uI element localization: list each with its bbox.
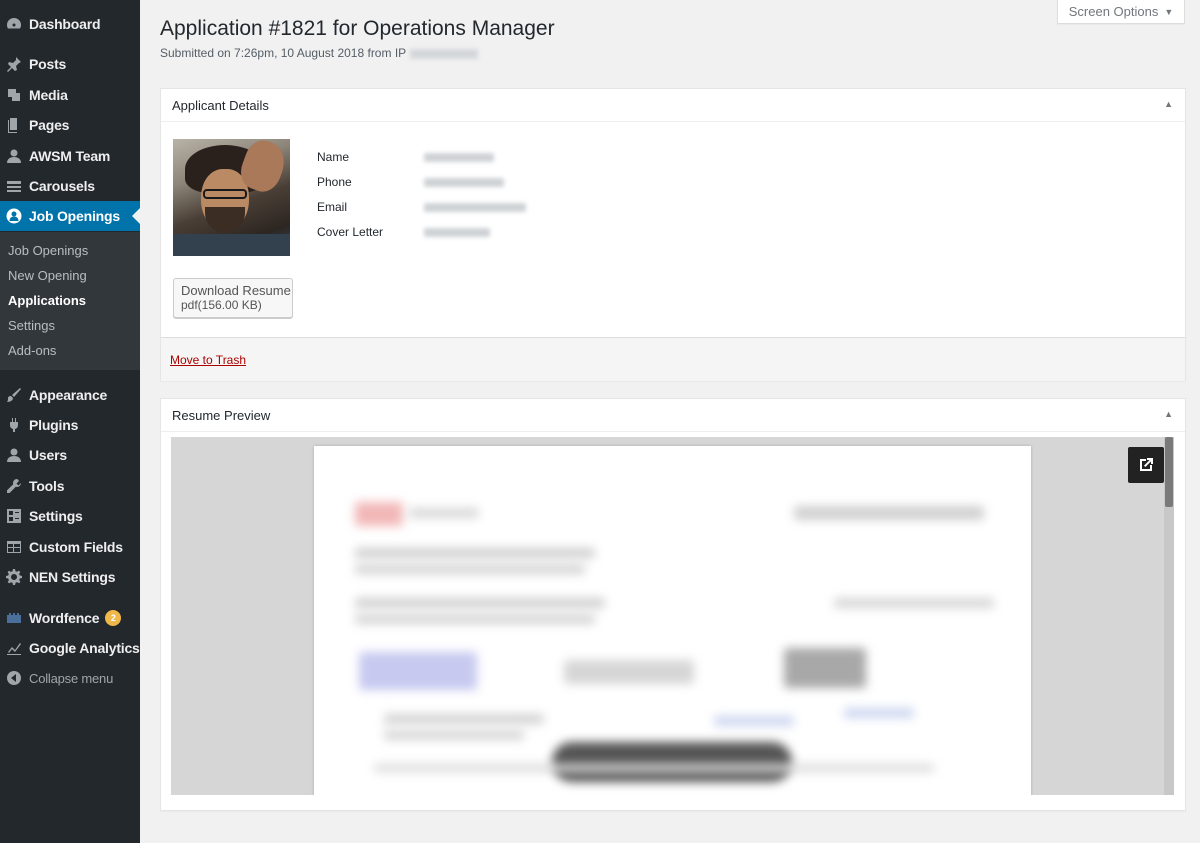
submenu-job-openings[interactable]: Job Openings [8,243,88,258]
menu-label: Settings [29,508,83,524]
redacted-email [424,203,526,212]
brush-icon [5,386,23,404]
menu-carousels[interactable]: Carousels [0,171,140,201]
field-label-name: Name [317,150,350,164]
menu-label: Appearance [29,387,108,403]
submenu-applications[interactable]: Applications [8,293,86,308]
box-title: Applicant Details [172,97,269,113]
move-to-trash-link[interactable]: Move to Trash [170,353,246,367]
blurred-overlay [552,742,792,782]
menu-label: Media [29,87,68,103]
wordfence-icon [5,609,23,627]
admin-sidebar: Dashboard Posts Media Pages AWSM Team Ca… [0,0,140,843]
menu-label: Carousels [29,178,95,194]
menu-users[interactable]: Users [0,440,140,470]
applicant-photo [173,139,290,256]
menu-label: Pages [29,117,70,133]
menu-wordfence[interactable]: Wordfence 2 [0,603,140,633]
plug-icon [5,416,23,434]
pin-icon [5,55,23,73]
menu-label: Custom Fields [29,539,123,555]
fields-icon [5,538,23,556]
resume-page [314,446,1031,795]
menu-tools[interactable]: Tools [0,471,140,501]
field-label-email: Email [317,200,348,214]
menu-dashboard[interactable]: Dashboard [0,9,140,39]
box-title: Resume Preview [172,407,271,423]
collapse-icon [5,669,23,687]
submission-info: Submitted on 7:26pm, 10 August 2018 from… [160,46,479,60]
pdf-viewer[interactable] [171,437,1174,795]
redacted-name [424,153,494,162]
menu-label: Plugins [29,417,79,433]
menu-label: AWSM Team [29,148,111,164]
menu-job-openings[interactable]: Job Openings [0,201,140,231]
collapse-arrow-icon[interactable]: ▲ [1164,409,1173,419]
redacted-ip [410,48,479,59]
submission-text: Submitted on 7:26pm, 10 August 2018 from… [160,46,407,60]
collapse-menu-button[interactable]: Collapse menu [0,663,140,693]
main-content: Screen Options ▼ Application #1821 for O… [140,0,1200,843]
menu-label: NEN Settings [29,569,116,585]
menu-label: Job Openings [29,208,120,224]
settings-icon [5,507,23,525]
download-resume-button[interactable]: Download Resume pdf(156.00 KB) [173,278,293,318]
submenu-new-opening[interactable]: New Opening [8,268,87,283]
menu-media[interactable]: Media [0,80,140,110]
user-icon [5,147,23,165]
menu-label: Users [29,447,67,463]
chart-icon [5,639,23,657]
external-link-icon [1140,458,1153,471]
page-title: Application #1821 for Operations Manager [160,17,555,40]
media-icon [5,86,23,104]
gear-icon [5,568,23,586]
menu-awsm-team[interactable]: AWSM Team [0,141,140,171]
menu-label: Collapse menu [29,670,114,686]
pages-icon [5,116,23,134]
screen-options-label: Screen Options [1068,4,1159,19]
menu-appearance[interactable]: Appearance [0,380,140,410]
wrench-icon [5,477,23,495]
job-icon [5,207,23,225]
dashboard-icon [5,15,23,33]
blurred-logo [355,502,403,526]
resume-preview-box: Resume Preview ▲ [160,398,1186,811]
menu-pages[interactable]: Pages [0,110,140,140]
notification-badge: 2 [105,610,122,626]
file-meta: pdf(156.00 KB) [181,298,262,312]
menu-custom-fields[interactable]: Custom Fields [0,532,140,562]
menu-settings[interactable]: Settings [0,501,140,531]
submenu-settings[interactable]: Settings [8,318,55,333]
redacted-phone [424,178,504,187]
box-footer: Move to Trash [161,337,1185,381]
menu-nen-settings[interactable]: NEN Settings [0,562,140,592]
applicant-details-box: Applicant Details ▲ Download Resume pdf(… [160,88,1186,381]
menu-plugins[interactable]: Plugins [0,410,140,440]
open-in-new-window-button[interactable] [1128,447,1164,483]
triangle-down-icon: ▼ [1164,6,1174,17]
menu-posts[interactable]: Posts [0,49,140,79]
menu-label: Posts [29,56,67,72]
menu-label: Dashboard [29,16,101,32]
resume-preview-header[interactable]: Resume Preview ▲ [161,399,1185,432]
collapse-arrow-icon[interactable]: ▲ [1164,99,1173,109]
menu-label: Wordfence [29,610,100,626]
menu-google-analytics[interactable]: Google Analytics [0,633,140,663]
submenu-add-ons[interactable]: Add-ons [8,343,56,358]
menu-label: Google Analytics [29,640,140,656]
screen-options-button[interactable]: Screen Options ▼ [1057,0,1185,24]
carousel-icon [5,177,23,195]
download-label: Download Resume [181,283,291,298]
redacted-cover-letter [424,228,490,237]
field-label-phone: Phone [317,175,352,189]
menu-label: Tools [29,478,65,494]
field-label-cover-letter: Cover Letter [317,225,384,239]
job-openings-submenu: Job Openings New Opening Applications Se… [0,232,140,370]
scrollbar-thumb[interactable] [1165,437,1173,507]
applicant-details-header[interactable]: Applicant Details ▲ [161,89,1185,122]
users-icon [5,446,23,464]
